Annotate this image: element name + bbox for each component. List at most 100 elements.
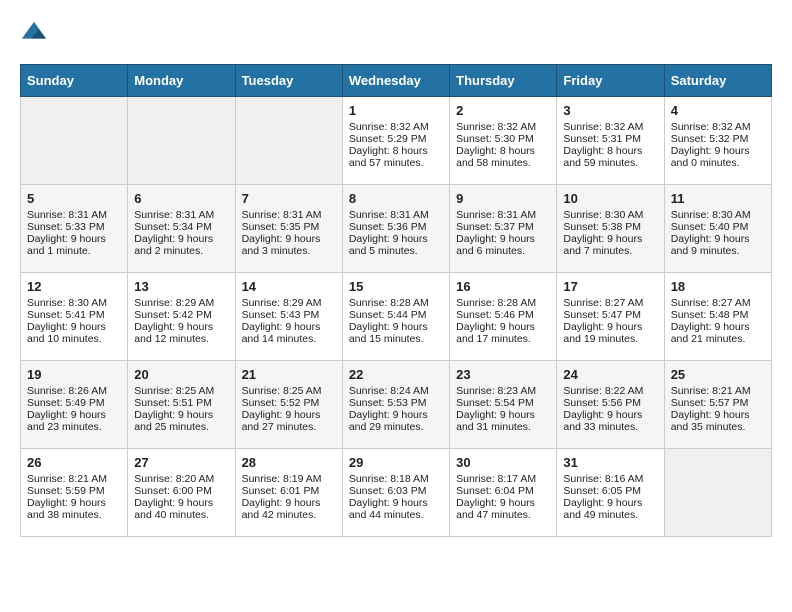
calendar-cell: 15Sunrise: 8:28 AMSunset: 5:44 PMDayligh… <box>342 273 449 361</box>
day-info: Daylight: 8 hours and 59 minutes. <box>563 145 657 169</box>
day-info: Sunrise: 8:24 AM <box>349 385 443 397</box>
day-number: 25 <box>671 367 765 382</box>
day-info: Sunset: 5:29 PM <box>349 133 443 145</box>
day-info: Sunrise: 8:17 AM <box>456 473 550 485</box>
calendar-week-row: 5Sunrise: 8:31 AMSunset: 5:33 PMDaylight… <box>21 185 772 273</box>
calendar-week-row: 1Sunrise: 8:32 AMSunset: 5:29 PMDaylight… <box>21 97 772 185</box>
day-info: Sunrise: 8:29 AM <box>242 297 336 309</box>
calendar-cell: 8Sunrise: 8:31 AMSunset: 5:36 PMDaylight… <box>342 185 449 273</box>
day-number: 16 <box>456 279 550 294</box>
day-info: Sunset: 5:47 PM <box>563 309 657 321</box>
day-number: 6 <box>134 191 228 206</box>
day-number: 24 <box>563 367 657 382</box>
calendar-cell: 12Sunrise: 8:30 AMSunset: 5:41 PMDayligh… <box>21 273 128 361</box>
day-number: 3 <box>563 103 657 118</box>
calendar-cell <box>235 97 342 185</box>
calendar-cell: 3Sunrise: 8:32 AMSunset: 5:31 PMDaylight… <box>557 97 664 185</box>
day-info: Sunrise: 8:31 AM <box>456 209 550 221</box>
calendar-cell: 22Sunrise: 8:24 AMSunset: 5:53 PMDayligh… <box>342 361 449 449</box>
header-day-sunday: Sunday <box>21 65 128 97</box>
day-info: Daylight: 9 hours and 17 minutes. <box>456 321 550 345</box>
day-info: Sunset: 5:32 PM <box>671 133 765 145</box>
day-number: 8 <box>349 191 443 206</box>
calendar-cell: 13Sunrise: 8:29 AMSunset: 5:42 PMDayligh… <box>128 273 235 361</box>
day-info: Daylight: 9 hours and 29 minutes. <box>349 409 443 433</box>
calendar-cell: 28Sunrise: 8:19 AMSunset: 6:01 PMDayligh… <box>235 449 342 537</box>
calendar-cell: 10Sunrise: 8:30 AMSunset: 5:38 PMDayligh… <box>557 185 664 273</box>
calendar-cell <box>664 449 771 537</box>
calendar-table: SundayMondayTuesdayWednesdayThursdayFrid… <box>20 64 772 537</box>
day-number: 11 <box>671 191 765 206</box>
day-info: Daylight: 9 hours and 2 minutes. <box>134 233 228 257</box>
day-info: Sunset: 5:38 PM <box>563 221 657 233</box>
day-number: 9 <box>456 191 550 206</box>
header-day-thursday: Thursday <box>450 65 557 97</box>
day-info: Daylight: 9 hours and 25 minutes. <box>134 409 228 433</box>
day-info: Daylight: 9 hours and 9 minutes. <box>671 233 765 257</box>
day-info: Sunrise: 8:21 AM <box>27 473 121 485</box>
day-info: Daylight: 9 hours and 15 minutes. <box>349 321 443 345</box>
calendar-cell: 18Sunrise: 8:27 AMSunset: 5:48 PMDayligh… <box>664 273 771 361</box>
calendar-week-row: 26Sunrise: 8:21 AMSunset: 5:59 PMDayligh… <box>21 449 772 537</box>
day-info: Sunset: 5:43 PM <box>242 309 336 321</box>
calendar-cell: 21Sunrise: 8:25 AMSunset: 5:52 PMDayligh… <box>235 361 342 449</box>
day-info: Sunset: 5:35 PM <box>242 221 336 233</box>
day-info: Sunrise: 8:30 AM <box>27 297 121 309</box>
day-info: Daylight: 8 hours and 57 minutes. <box>349 145 443 169</box>
day-number: 28 <box>242 455 336 470</box>
day-info: Sunset: 5:49 PM <box>27 397 121 409</box>
day-info: Sunrise: 8:26 AM <box>27 385 121 397</box>
calendar-cell: 16Sunrise: 8:28 AMSunset: 5:46 PMDayligh… <box>450 273 557 361</box>
day-info: Sunset: 5:57 PM <box>671 397 765 409</box>
day-number: 23 <box>456 367 550 382</box>
day-info: Daylight: 8 hours and 58 minutes. <box>456 145 550 169</box>
day-info: Sunrise: 8:27 AM <box>563 297 657 309</box>
calendar-cell: 2Sunrise: 8:32 AMSunset: 5:30 PMDaylight… <box>450 97 557 185</box>
day-info: Sunset: 5:56 PM <box>563 397 657 409</box>
day-number: 18 <box>671 279 765 294</box>
day-info: Sunset: 5:44 PM <box>349 309 443 321</box>
calendar-cell: 1 Sunrise: 8:32 AMSunset: 5:29 PMDaylight… <box>342 97 449 185</box>
day-info: Sunrise: 8:22 AM <box>563 385 657 397</box>
day-info: Sunset: 5:30 PM <box>456 133 550 145</box>
day-info: Daylight: 9 hours and 27 minutes. <box>242 409 336 433</box>
day-number: 20 <box>134 367 228 382</box>
day-number: 13 <box>134 279 228 294</box>
day-number: 7 <box>242 191 336 206</box>
day-info: Daylight: 9 hours and 49 minutes. <box>563 497 657 521</box>
day-info: Sunrise: 8:31 AM <box>27 209 121 221</box>
day-info: Daylight: 9 hours and 21 minutes. <box>671 321 765 345</box>
day-number: 27 <box>134 455 228 470</box>
header-day-saturday: Saturday <box>664 65 771 97</box>
day-info: Sunrise: 8:29 AM <box>134 297 228 309</box>
day-info: Sunrise: 8:32 AM <box>563 121 657 133</box>
day-number: 4 <box>671 103 765 118</box>
calendar-cell <box>21 97 128 185</box>
day-info: Daylight: 9 hours and 38 minutes. <box>27 497 121 521</box>
day-info: Sunrise: 8:16 AM <box>563 473 657 485</box>
day-info: Sunrise: 8:32 AM <box>349 121 443 133</box>
calendar-cell <box>128 97 235 185</box>
header-day-tuesday: Tuesday <box>235 65 342 97</box>
calendar-cell: 31Sunrise: 8:16 AMSunset: 6:05 PMDayligh… <box>557 449 664 537</box>
day-number: 22 <box>349 367 443 382</box>
day-number: 17 <box>563 279 657 294</box>
calendar-week-row: 12Sunrise: 8:30 AMSunset: 5:41 PMDayligh… <box>21 273 772 361</box>
calendar-cell: 20Sunrise: 8:25 AMSunset: 5:51 PMDayligh… <box>128 361 235 449</box>
day-number: 26 <box>27 455 121 470</box>
day-info: Sunset: 6:04 PM <box>456 485 550 497</box>
day-info: Sunrise: 8:23 AM <box>456 385 550 397</box>
day-info: Sunset: 5:37 PM <box>456 221 550 233</box>
day-info: Sunrise: 8:20 AM <box>134 473 228 485</box>
day-info: Daylight: 9 hours and 6 minutes. <box>456 233 550 257</box>
day-info: Sunrise: 8:25 AM <box>134 385 228 397</box>
day-number: 12 <box>27 279 121 294</box>
day-info: Sunset: 5:33 PM <box>27 221 121 233</box>
day-number: 21 <box>242 367 336 382</box>
day-info: Sunrise: 8:30 AM <box>563 209 657 221</box>
calendar-cell: 17Sunrise: 8:27 AMSunset: 5:47 PMDayligh… <box>557 273 664 361</box>
calendar-cell: 30Sunrise: 8:17 AMSunset: 6:04 PMDayligh… <box>450 449 557 537</box>
day-info: Daylight: 9 hours and 3 minutes. <box>242 233 336 257</box>
day-info: Sunrise: 8:31 AM <box>349 209 443 221</box>
day-number: 1 <box>349 103 443 118</box>
